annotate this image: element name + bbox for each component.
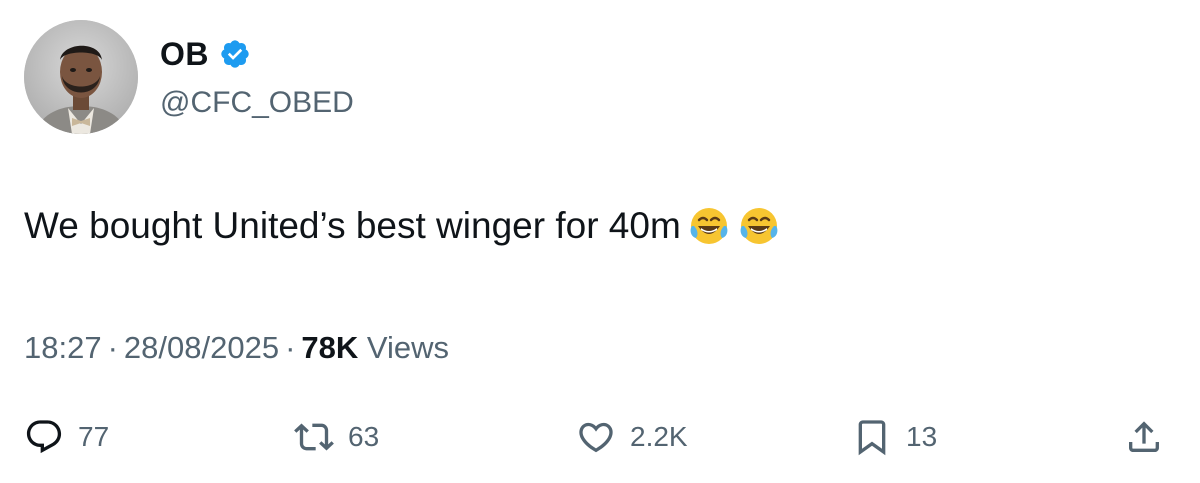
avatar[interactable] [24,20,138,134]
bookmark-icon [852,417,892,457]
tweet-text: We bought United’s best winger for 40m [24,204,781,248]
views-label: Views [366,330,450,365]
retweet-button[interactable]: 63 [294,412,379,462]
tweet-date[interactable]: 28/08/2025 [124,330,279,365]
avatar-image [24,20,138,134]
like-count: 2.2K [630,421,688,452]
reply-icon [24,417,64,457]
author-display-name[interactable]: OB [160,36,209,73]
meta-separator: · [285,330,296,365]
tweet-meta: 18:27 · 28/08/2025 · 78K Views [24,330,449,366]
verified-badge-icon [219,38,251,70]
face-with-tears-of-joy-icon [737,204,781,248]
share-button[interactable] [1124,412,1164,462]
author-handle[interactable]: @CFC_OBED [160,86,354,120]
face-with-tears-of-joy-icon [687,204,731,248]
action-bar: 77 63 2.2K 13 [0,412,1200,462]
heart-icon [576,417,616,457]
share-icon [1124,417,1164,457]
tweet-time[interactable]: 18:27 [24,330,102,365]
author-name-row: OB [160,34,251,74]
tweet-text-content: We bought United’s best winger for 40m [24,205,681,246]
like-button[interactable]: 2.2K [576,412,688,462]
meta-separator: · [107,330,118,365]
retweet-icon [294,417,334,457]
reply-count: 77 [78,421,110,452]
views-count[interactable]: 78K [301,330,358,365]
bookmark-count: 13 [906,421,938,452]
bookmark-button[interactable]: 13 [852,412,937,462]
tweet-card: OB @CFC_OBED We bought United’s best win… [0,0,1200,483]
reply-button[interactable]: 77 [24,412,109,462]
retweet-count: 63 [348,421,380,452]
